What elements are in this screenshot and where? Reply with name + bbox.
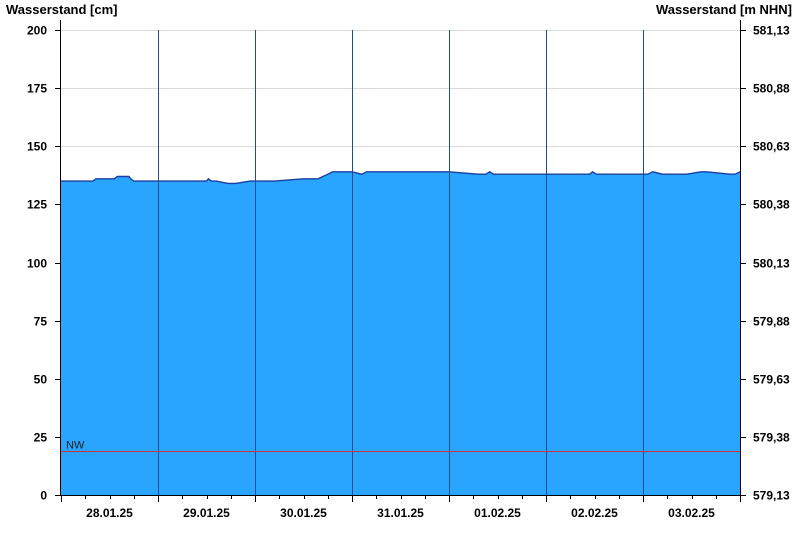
water-level-area (61, 170, 741, 496)
x-tick-label: 01.02.25 (474, 506, 521, 520)
left-axis-title: Wasserstand [cm] (6, 2, 118, 17)
right-tick-label: 579,38 (753, 431, 790, 445)
right-tick-label: 580,13 (753, 257, 790, 271)
right-axis-ticks: 579,13 579,38 579,63 579,88 580,13 580,38 580,… (740, 24, 790, 503)
left-tick-label: 125 (27, 198, 47, 212)
x-tick-label: 03.02.25 (668, 506, 715, 520)
water-level-chart: Wasserstand [cm] Wasserstand [m NHN] NW … (6, 2, 792, 520)
left-axis-ticks: 0 25 50 75 100 125 150 175 200 (27, 24, 61, 503)
x-tick-label: 28.01.25 (86, 506, 133, 520)
right-tick-label: 579,88 (753, 315, 790, 329)
x-tick-label: 30.01.25 (280, 506, 327, 520)
x-tick-label: 29.01.25 (183, 506, 230, 520)
right-tick-label: 580,63 (753, 140, 790, 154)
x-axis-ticks: 28.01.25 29.01.25 30.01.25 31.01.25 01.02.25… (61, 495, 741, 520)
nw-label: NW (66, 440, 85, 452)
left-tick-label: 150 (27, 140, 47, 154)
left-tick-label: 0 (40, 489, 47, 503)
left-tick-label: 75 (34, 315, 48, 329)
right-tick-label: 579,13 (753, 489, 790, 503)
x-tick-label: 31.01.25 (377, 506, 424, 520)
left-tick-label: 175 (27, 82, 47, 96)
x-tick-label: 02.02.25 (571, 506, 618, 520)
left-tick-label: 25 (34, 431, 48, 445)
right-tick-label: 581,13 (753, 24, 790, 38)
left-tick-label: 50 (34, 373, 48, 387)
left-tick-label: 200 (27, 24, 47, 38)
right-tick-label: 579,63 (753, 373, 790, 387)
left-tick-label: 100 (27, 257, 47, 271)
right-tick-label: 580,38 (753, 198, 790, 212)
right-tick-label: 580,88 (753, 82, 790, 96)
area-fill (61, 171, 740, 496)
right-axis-title: Wasserstand [m NHN] (656, 2, 792, 17)
